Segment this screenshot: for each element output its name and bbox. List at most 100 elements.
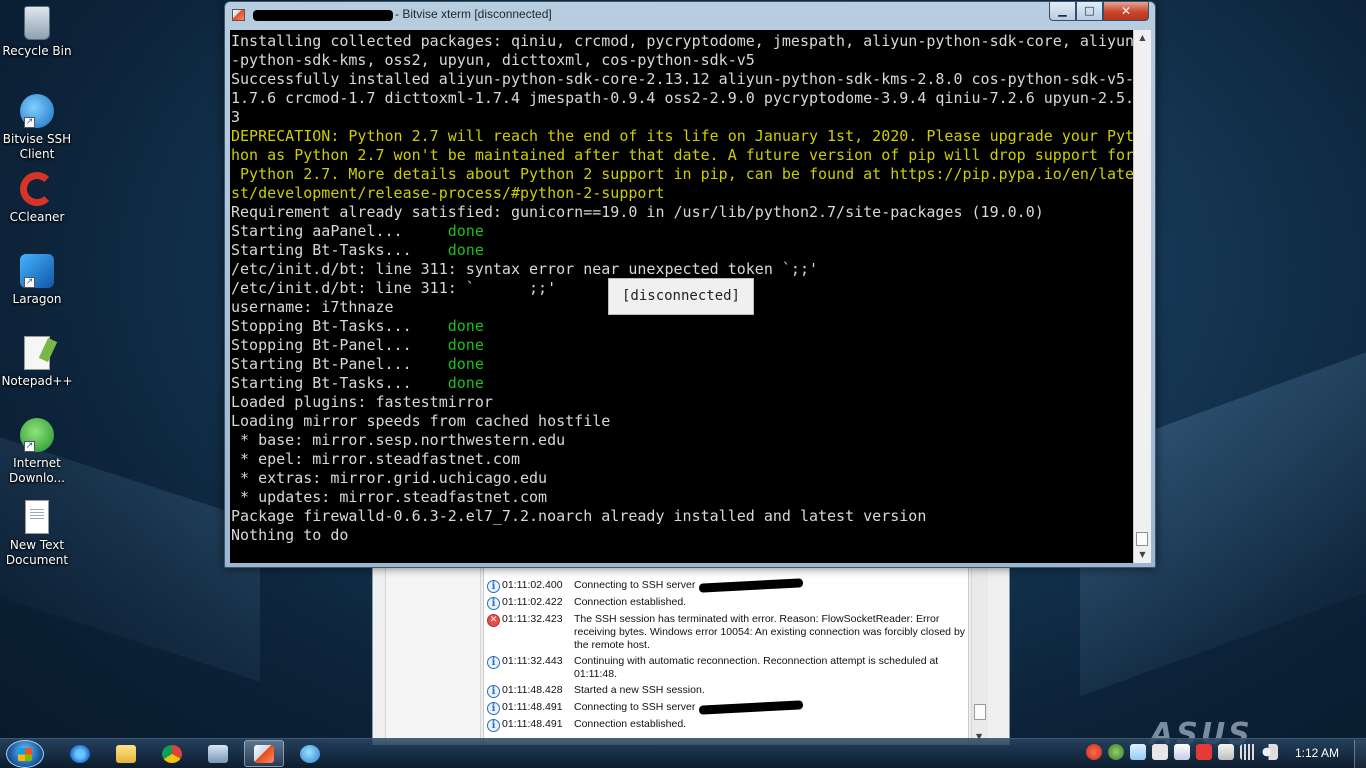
log-entry: i 01:11:32.443 Continuing with automatic… [484,655,968,681]
terminal-line: Loaded plugins: fastestmirror [231,393,1135,412]
file-explorer-icon [116,744,136,763]
terminal-line: * epel: mirror.steadfastnet.com [231,450,1135,469]
terminal-line-text: username: i7thnaze [231,298,394,316]
caption-buttons: ▁ □ ✕ [1049,2,1149,22]
taskbar-clock[interactable]: 1:12 AM [1284,746,1350,760]
log-entry: i 01:11:48.491 Connection established. [484,718,968,732]
terminal-line-text: Loading mirror speeds from cached hostfi… [231,412,611,430]
terminal-line-text: Starting Bt-Tasks... [231,374,448,392]
disconnected-overlay: [disconnected] [608,278,754,315]
minimize-button[interactable]: ▁ [1049,2,1076,21]
terminal-line: -python-sdk-kms, oss2, upyun, dicttoxml,… [231,51,1135,70]
log-entry: i 01:11:48.428 Started a new SSH session… [484,684,968,698]
volume-icon[interactable] [1262,744,1278,760]
desktop-icon-ccleaner[interactable]: CCleaner [0,172,74,225]
terminal-line-text: Python 2.7. More details about Python 2 … [231,165,1135,183]
info-icon: i [487,656,500,669]
terminal-line-text: hon as Python 2.7 won't be maintained af… [231,146,1135,164]
terminal-line-text: 1.7.6 crcmod-1.7 dicttoxml-1.7.4 jmespat… [231,89,1135,107]
terminal-line: Stopping Bt-Tasks... done [231,317,1135,336]
network-tray-icon[interactable] [1108,744,1124,760]
info-icon: i [487,685,500,698]
window-titlebar[interactable]: - Bitvise xterm [disconnected] ▁ □ ✕ [225,2,1155,28]
log-message: The SSH session has terminated with erro… [574,613,966,651]
desktop-icon-laragon[interactable]: ↗ Laragon [0,254,74,307]
terminal-line-text: Package firewalld-0.6.3-2.el7_7.2.noarch… [231,507,927,525]
info-icon: i [487,597,500,610]
show-hidden-icons-icon[interactable] [1152,744,1168,760]
ccleaner-icon [20,172,54,206]
terminal-line-text: /etc/init.d/bt: line 311: syntax error n… [231,260,818,278]
desktop-icon-label: CCleaner [9,210,65,224]
taskbar-internet-explorer[interactable] [60,740,100,767]
log-scrollbar[interactable]: ▼ [971,560,988,745]
status-done-text: done [447,355,484,373]
terminal-line: Successfully installed aliyun-python-sdk… [231,70,1135,89]
status-done-text: done [447,222,484,240]
terminal-line: DEPRECATION: Python 2.7 will reach the e… [231,127,1135,146]
desktop-icon-new-text-document[interactable]: New Text Document [0,500,74,568]
terminal-line: st/development/release-process/#python-2… [231,184,1135,203]
terminal-line: Starting Bt-Panel... done [231,355,1135,374]
system-tray [1086,744,1278,760]
start-button[interactable] [6,740,44,768]
session-log[interactable]: i 01:11:02.400 Connecting to SSH server … [483,560,969,745]
taskbar-chrome[interactable] [152,740,192,767]
terminal-line-text: DEPRECATION: Python 2.7 will reach the e… [231,127,1135,145]
signal-icon[interactable] [1240,744,1256,760]
bitvise-ssh-client-icon: ↗ [20,94,54,128]
info-icon: i [487,719,500,732]
log-time: 01:11:48.428 [502,684,563,696]
bitvise-xterm-app-icon[interactable] [232,9,245,21]
terminal-line-text: * extras: mirror.grid.uchicago.edu [231,469,548,487]
desktop-icon-label: New Text Document [5,538,69,567]
show-desktop-button[interactable] [1354,740,1366,768]
bitvise-client-window[interactable]: i 01:11:02.400 Connecting to SSH server … [372,560,1010,745]
flag-icon[interactable] [1174,744,1190,760]
taskbar-file-explorer[interactable] [106,740,146,767]
desktop-icon-bitvise-ssh-client[interactable]: ↗ Bitvise SSH Client [0,94,74,162]
taskbar-bitvise-ssh-client[interactable] [290,740,330,767]
terminal-line: * base: mirror.sesp.northwestern.edu [231,431,1135,450]
terminal-line-text: Starting aaPanel... [231,222,448,240]
log-scroll-thumb[interactable] [974,704,986,720]
terminal-line: * extras: mirror.grid.uchicago.edu [231,469,1135,488]
log-time: 01:11:48.491 [502,701,563,713]
terminal-line-text: Nothing to do [231,526,349,544]
log-message: Connection established. [574,718,687,730]
terminal-scrollbar[interactable]: ▲ ▼ [1133,30,1151,563]
log-time: 01:11:32.443 [502,655,563,667]
maximize-button[interactable]: □ [1076,2,1103,21]
log-entry: i 01:11:02.422 Connection established. [484,596,968,610]
terminal-line: Loading mirror speeds from cached hostfi… [231,412,1135,431]
redacted-host [699,700,804,715]
bitvise-xterm-icon [254,744,274,763]
scroll-up-arrow-icon[interactable]: ▲ [1134,30,1151,46]
taskbar-network-app[interactable] [198,740,238,767]
scroll-down-arrow-icon[interactable]: ▼ [1134,547,1151,563]
desktop-icon-internet-download-manager[interactable]: ↗ Internet Downlo... [0,418,74,486]
terminal-line: /etc/init.d/bt: line 311: syntax error n… [231,260,1135,279]
home-icon[interactable] [1130,744,1146,760]
status-done-text: done [447,336,484,354]
terminal-line-text: Loaded plugins: fastestmirror [231,393,493,411]
close-button[interactable]: ✕ [1103,2,1149,21]
usb-icon[interactable] [1196,744,1212,760]
recycle-bin-icon [24,6,50,40]
terminal-line: Python 2.7. More details about Python 2 … [231,165,1135,184]
terminal-scroll-thumb[interactable] [1136,532,1148,546]
terminal-line-text: st/development/release-process/#python-2… [231,184,665,202]
ccleaner-tray-icon[interactable] [1086,744,1102,760]
terminal-line-text: Starting Bt-Tasks... [231,241,448,259]
notepad-plus-plus-icon [24,336,50,370]
terminal-line-text: * updates: mirror.steadfastnet.com [231,488,548,506]
log-message: Continuing with automatic reconnection. … [574,655,939,680]
desktop-icon-recycle-bin[interactable]: Recycle Bin [0,6,74,59]
taskbar-bitvise-xterm[interactable] [244,740,284,767]
desktop-icon-notepad-plus-plus[interactable]: Notepad++ [0,336,74,389]
desktop-icon-label: Bitvise SSH Client [2,132,72,161]
log-message: Connecting to SSH server [574,578,968,593]
shortcut-arrow-icon: ↗ [24,117,35,128]
cpu-icon[interactable] [1218,744,1234,760]
terminal-line-text: -python-sdk-kms, oss2, upyun, dicttoxml,… [231,51,755,69]
